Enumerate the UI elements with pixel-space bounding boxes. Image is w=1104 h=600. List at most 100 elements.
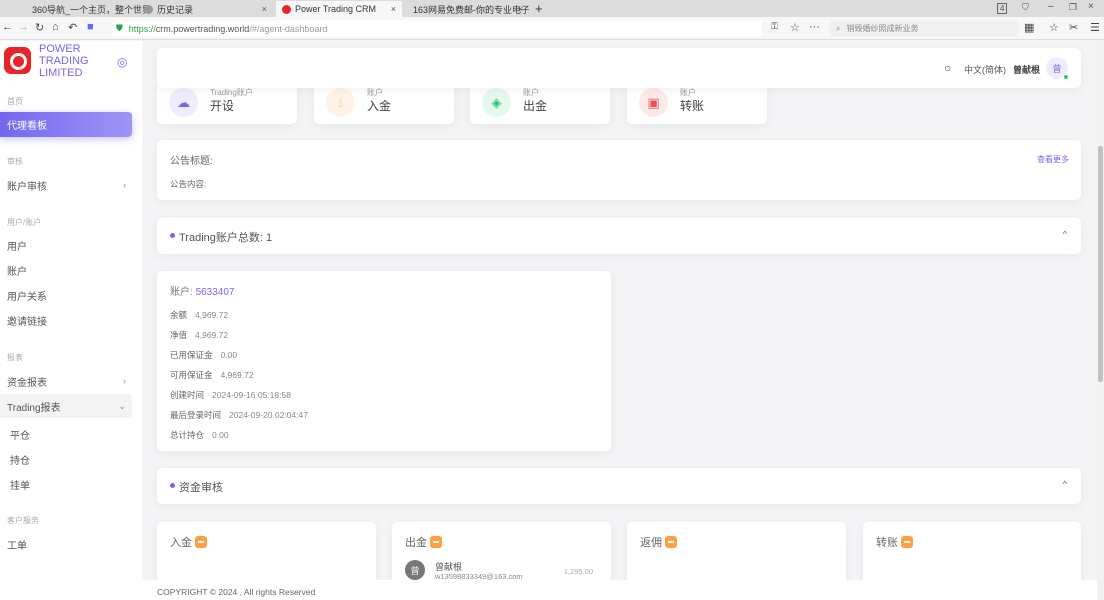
quick-action-withdraw[interactable]: ◈ 账户 出金 [470, 83, 610, 124]
sidebar-item-users[interactable]: 用户 [0, 233, 132, 257]
forward-icon[interactable]: → [18, 21, 29, 33]
brand-name: POWER TRADING LIMITED [39, 43, 89, 76]
close-tab-icon[interactable]: × [391, 4, 396, 14]
tab-title: Power Trading CRM [295, 4, 377, 14]
minus-badge-icon[interactable] [430, 536, 442, 548]
search-icon: ⌕ [836, 23, 841, 33]
scrollbar[interactable] [1097, 41, 1104, 600]
star-icon[interactable]: ☆ [790, 21, 800, 34]
menu-icon[interactable]: ☰ [1090, 21, 1100, 34]
sidebar-item-account-review[interactable]: 账户审核 › [0, 173, 132, 197]
sidebar-item-closed-positions[interactable]: 平仓 [0, 422, 132, 446]
minus-badge-icon[interactable] [665, 536, 677, 548]
chevron-up-icon[interactable]: ^ [1063, 479, 1067, 489]
chat-icon[interactable]: ○ [944, 61, 951, 75]
announcement-content-label: 公告内容: [170, 179, 207, 189]
minimize-icon[interactable]: – [1048, 1, 1054, 12]
username[interactable]: 曾献根 [1013, 63, 1040, 76]
fund-review-title: 资金审核 [179, 482, 223, 494]
avatar: 曾 [405, 560, 425, 580]
copyright-text: COPYRIGHT © 2024 , All rights Reserved [157, 587, 316, 597]
sidebar-item-label: 用户 [7, 241, 27, 253]
more-icon[interactable]: ··· [809, 21, 820, 33]
sidebar-item-open-positions[interactable]: 持仓 [0, 447, 132, 471]
history-icon [144, 4, 153, 14]
scissors-icon[interactable]: ✂ [1069, 21, 1078, 34]
back-icon[interactable]: ← [2, 21, 13, 33]
browser-tab-bar: 360导航_一个主页，整个世界× 历史记录 × Power Trading CRM… [0, 0, 1104, 17]
field-created-time: 创建时间 2024-09-16 05:18:58 [170, 390, 291, 400]
apps-icon[interactable]: ▦ [1024, 21, 1034, 34]
trading-accounts-title: Trading账户总数: 1 [179, 232, 273, 244]
field-total-positions: 总计持仓 0.00 [170, 430, 229, 440]
scrollbar-thumb[interactable] [1098, 146, 1103, 382]
trading-account-card[interactable]: 账户: 5633407 余额 4,969.72 净值 4,969.72 已用保证金 0… [157, 271, 611, 451]
chevron-right-icon: › [123, 180, 126, 190]
close-tab-icon[interactable]: × [518, 4, 523, 14]
minus-badge-icon[interactable] [195, 536, 207, 548]
sidebar-item-label: 挂单 [10, 480, 30, 492]
undo-icon[interactable]: ↶ [68, 21, 77, 34]
url-path: /#/agent-dashboard [249, 23, 328, 34]
sidebar-section-label: 报表 [7, 353, 23, 362]
bullet-icon [170, 233, 175, 238]
footer: COPYRIGHT © 2024 , All rights Reserved [142, 580, 1097, 600]
browser-tab[interactable]: 历史记录 × [138, 1, 273, 17]
sidebar-item-label: 平仓 [10, 430, 30, 442]
fund-review-collapse-header[interactable]: 资金审核 ^ [157, 468, 1081, 504]
browser-search-input[interactable]: ⌕ 销毁婚纱照成新业务 [830, 20, 1018, 37]
entry-amount: 1,295.00 [563, 567, 593, 576]
sidebar-item-label: 持仓 [10, 455, 30, 467]
sidebar-item-tickets[interactable]: 工单 [0, 532, 132, 556]
card-title: 入金 [170, 537, 192, 549]
online-status-dot [1063, 74, 1069, 80]
favorites-icon[interactable]: ☆ [1049, 21, 1059, 34]
tab-title: 历史记录 [157, 4, 194, 15]
sidebar-item-accounts[interactable]: 账户 [0, 258, 132, 282]
view-more-link[interactable]: 查看更多 [1037, 154, 1069, 165]
restore-icon[interactable]: ❐ [1069, 2, 1077, 13]
sidebar-item-user-relations[interactable]: 用户关系 [0, 283, 132, 307]
close-tab-icon[interactable]: × [262, 4, 267, 14]
sidebar-section-label: 客户服务 [7, 516, 39, 525]
cloud-icon: ☁ [169, 88, 198, 117]
announcement-card: 公告标题: 公告内容: 查看更多 [157, 140, 1081, 200]
sidebar-toggle-icon[interactable]: ◎ [117, 55, 127, 69]
quick-action-title: 开设 [210, 99, 235, 113]
new-tab-button[interactable]: + [535, 1, 543, 16]
browser-tab[interactable]: 360导航_一个主页，整个世界× [22, 1, 157, 17]
home-icon[interactable]: ⌂ [52, 21, 59, 33]
reload-icon[interactable]: ↻ [35, 21, 44, 34]
account-number[interactable]: 5633407 [196, 287, 235, 298]
quick-action-deposit[interactable]: 💧︎ 账户 入金 [314, 83, 454, 124]
key-icon[interactable]: ⚿ [771, 21, 778, 32]
ai-icon[interactable]: ■ [87, 21, 94, 33]
quick-action-title: 转账 [680, 99, 705, 113]
field-last-login: 最后登录时间 2024-09-20 02:04:47 [170, 410, 308, 420]
brand-logo[interactable] [4, 47, 31, 74]
quick-action-transfer[interactable]: ▣ 账户 转账 [627, 83, 767, 124]
sidebar-item-label: 账户 [7, 266, 27, 278]
chevron-up-icon[interactable]: ^ [1063, 229, 1067, 239]
codepen-icon: ◈ [482, 88, 511, 117]
sidebar-section-label: 审核 [7, 157, 23, 166]
browser-tab[interactable]: 163网易免费邮-你的专业电子 × [403, 1, 529, 17]
skin-icon[interactable]: ⛉ [1022, 2, 1029, 13]
field-used-margin: 已用保证金 0.00 [170, 350, 238, 360]
sidebar-item-agent-dashboard[interactable]: 代理看板 [0, 112, 132, 137]
sidebar-item-trading-report[interactable]: Trading报表 ⌄ [0, 394, 132, 418]
close-window-icon[interactable]: × [1088, 1, 1094, 12]
trading-accounts-collapse-header[interactable]: Trading账户总数: 1 ^ [157, 218, 1081, 254]
sidebar-item-fund-report[interactable]: 资金报表 › [0, 369, 132, 393]
address-bar[interactable]: ⛊ https://crm.powertrading.world/#/agent… [112, 20, 762, 37]
sidebar-item-pending-orders[interactable]: 挂单 [0, 472, 132, 496]
sidebar-item-label: 邀请链接 [7, 316, 47, 328]
site-icon [282, 4, 291, 14]
browser-tab-active[interactable]: Power Trading CRM × [276, 1, 402, 17]
tab-count[interactable]: 4 [997, 3, 1008, 14]
language-selector[interactable]: 中文(简体) [964, 63, 1006, 76]
minus-badge-icon[interactable] [901, 536, 913, 548]
sidebar-item-invite-links[interactable]: 邀请链接 [0, 308, 132, 332]
sidebar-item-label: Trading报表 [7, 402, 61, 414]
quick-action-open-account[interactable]: ☁ Trading账户 开设 [157, 83, 297, 124]
